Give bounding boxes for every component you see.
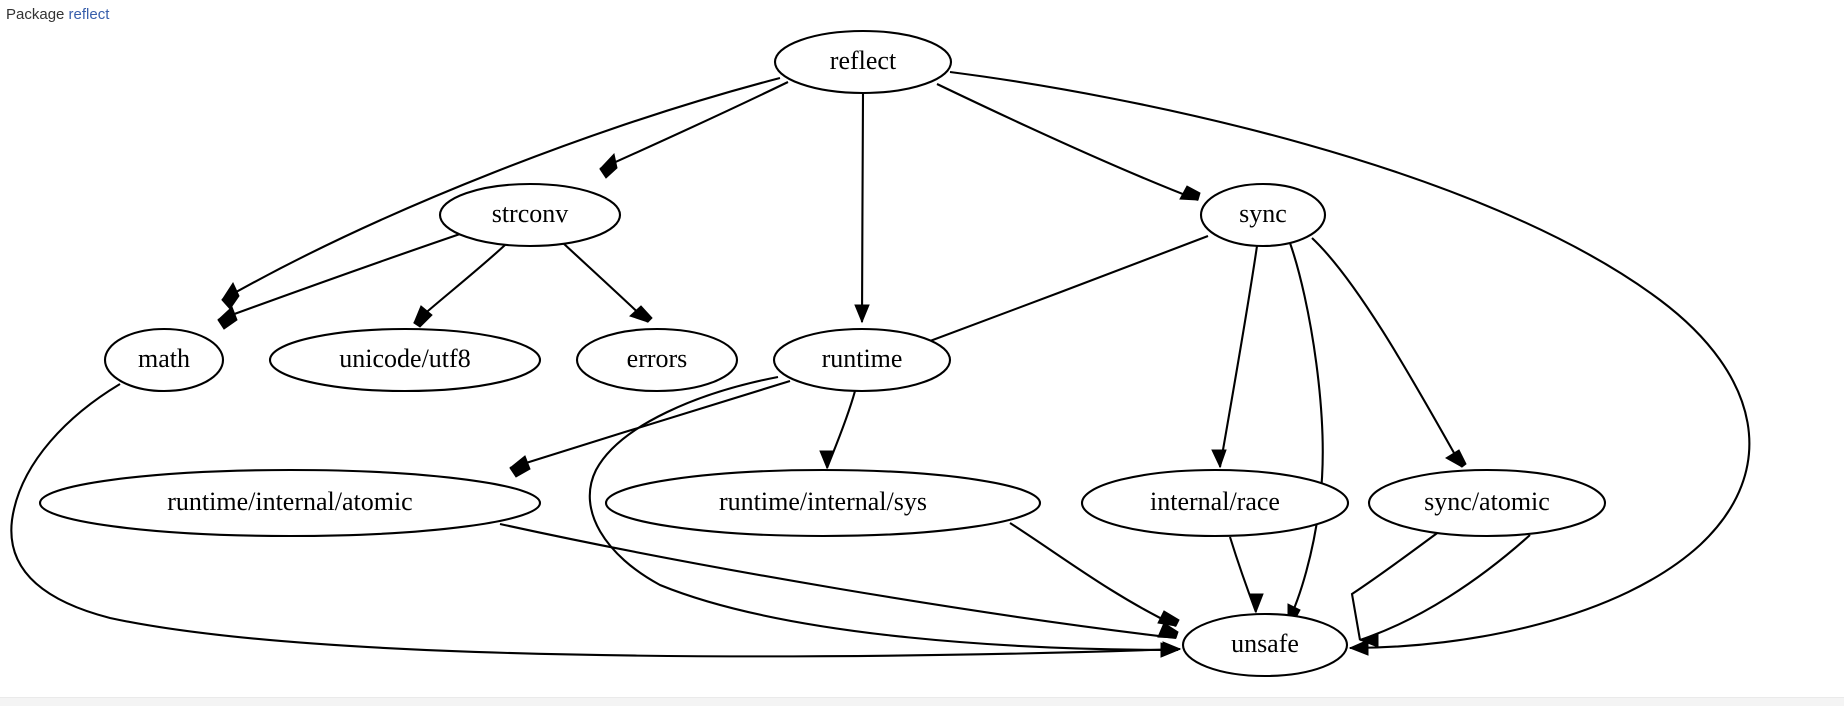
edge-reflect-to-strconv [599,81,789,179]
edge-internalrace-to-unsafe [1228,536,1264,614]
graph-nodes: reflect strconv sync math unicode/utf8 e… [38,29,1607,678]
node-runtime-internal-atomic[interactable]: runtime/internal/atomic [38,468,542,538]
node-runtime-internal-atomic-label: runtime/internal/atomic [167,487,412,516]
node-internal-race-label: internal/race [1150,487,1280,516]
node-reflect[interactable]: reflect [773,29,953,95]
edge-sync-to-internalrace [1211,245,1259,469]
dependency-graph-svg: reflect strconv sync math unicode/utf8 e… [0,0,1844,700]
footer-strip [0,697,1844,706]
edge-strconv-to-unicodeutf8 [413,244,506,328]
edge-strconv-to-errors [562,242,653,323]
edge-runtime-to-runtimeinternalatomic [509,379,791,478]
node-errors[interactable]: errors [575,327,739,393]
node-internal-race[interactable]: internal/race [1080,468,1350,538]
node-unicode-utf8-label: unicode/utf8 [339,344,470,373]
node-strconv[interactable]: strconv [438,182,622,248]
node-reflect-label: reflect [830,46,897,75]
node-sync-label: sync [1239,199,1287,228]
edge-sync-to-unsafe [1287,242,1324,624]
package-link[interactable]: reflect [69,6,110,23]
edge-sync-to-runtime [905,235,1209,359]
dependency-graph: reflect strconv sync math unicode/utf8 e… [0,0,1844,700]
page-title-prefix: Package [6,6,65,23]
node-sync-atomic-label: sync/atomic [1424,487,1550,516]
node-runtime-internal-sys-label: runtime/internal/sys [719,487,927,516]
node-unsafe[interactable]: unsafe [1181,612,1349,678]
edge-runtimeinternalatomic-to-unsafe [499,522,1179,640]
edge-runtime-to-runtimeinternalsys [819,390,857,470]
edge-sync-to-syncatomic [1311,237,1467,468]
edge-syncatomic-to-unsafe [1350,530,1531,648]
node-runtime-internal-sys[interactable]: runtime/internal/sys [604,468,1042,538]
page-title: Package reflect [0,0,109,23]
edge-runtimeinternalsys-to-unsafe [1009,522,1180,627]
node-runtime[interactable]: runtime [772,327,952,393]
node-math-label: math [138,344,190,373]
node-unsafe-label: unsafe [1231,629,1299,658]
node-runtime-label: runtime [822,344,903,373]
edge-reflect-to-unsafe [949,70,1751,656]
edge-reflect-to-runtime [854,92,870,324]
node-errors-label: errors [627,344,688,373]
node-sync[interactable]: sync [1199,182,1327,248]
node-sync-atomic[interactable]: sync/atomic [1367,468,1607,538]
edge-reflect-to-sync [936,83,1201,201]
node-math[interactable]: math [103,327,225,393]
page-root: Package reflect reflect strconv sync mat… [0,0,1844,706]
node-strconv-label: strconv [492,199,569,228]
node-unicode-utf8[interactable]: unicode/utf8 [268,327,542,393]
